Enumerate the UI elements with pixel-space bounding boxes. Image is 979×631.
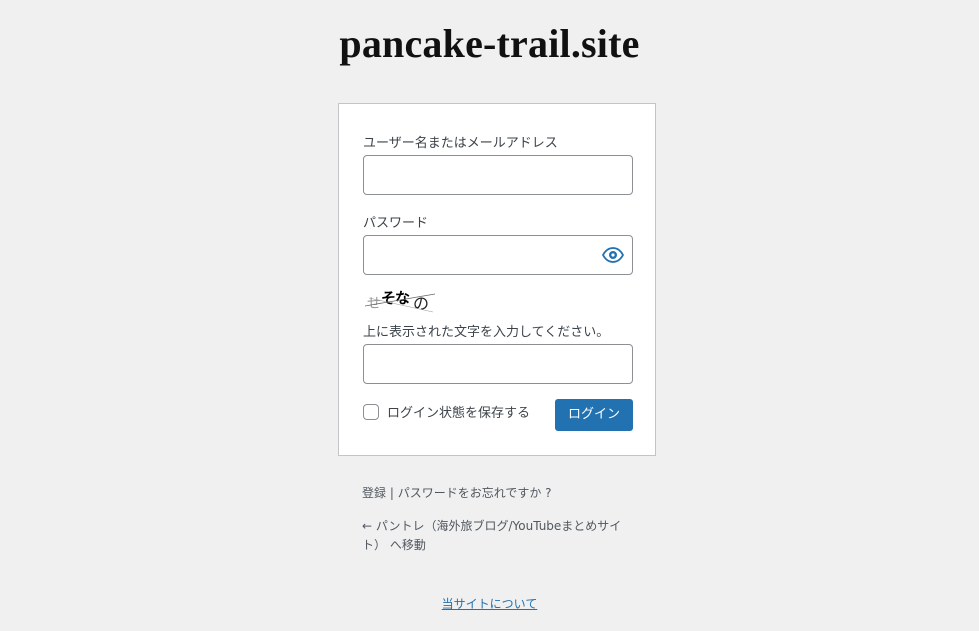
nav-separator: | bbox=[386, 486, 398, 500]
captcha-label: 上に表示された文字を入力してください。 bbox=[363, 325, 610, 340]
site-title[interactable]: pancake-trail.site bbox=[0, 20, 979, 67]
captcha-image: せ そ な の bbox=[365, 289, 436, 313]
login-nav: 登録 | パスワードをお忘れですか ? bbox=[362, 484, 552, 501]
password-input[interactable] bbox=[364, 236, 632, 274]
back-to-site-link[interactable]: ← パントレ（海外旅ブログ/YouTubeまとめサイト） へ移動 bbox=[362, 519, 621, 552]
remember-label[interactable]: ログイン状態を保存する bbox=[387, 402, 530, 421]
login-button[interactable]: ログイン bbox=[555, 399, 633, 431]
remember-me[interactable]: ログイン状態を保存する bbox=[363, 402, 530, 421]
captcha-char-2: そ bbox=[381, 289, 396, 307]
remember-checkbox[interactable] bbox=[363, 403, 379, 420]
login-form: ユーザー名またはメールアドレス パスワード せ そ な の 上に表示された文字を… bbox=[338, 103, 656, 456]
register-link[interactable]: 登録 bbox=[362, 486, 386, 500]
password-field-wrapper bbox=[363, 235, 633, 275]
username-field-wrapper bbox=[363, 155, 633, 195]
username-label: ユーザー名またはメールアドレス bbox=[363, 136, 558, 151]
username-input[interactable] bbox=[364, 156, 632, 194]
show-password-icon[interactable] bbox=[602, 247, 624, 263]
captcha-char-4: の bbox=[413, 294, 429, 313]
lost-password-link[interactable]: パスワードをお忘れですか ? bbox=[398, 486, 552, 500]
about-site-link[interactable]: 当サイトについて bbox=[442, 597, 538, 611]
back-to-site: ← パントレ（海外旅ブログ/YouTubeまとめサイト） へ移動 bbox=[362, 517, 638, 555]
captcha-field-wrapper bbox=[363, 344, 633, 384]
password-label: パスワード bbox=[363, 216, 429, 231]
footer: 当サイトについて bbox=[0, 595, 979, 612]
captcha-input[interactable] bbox=[364, 345, 632, 383]
